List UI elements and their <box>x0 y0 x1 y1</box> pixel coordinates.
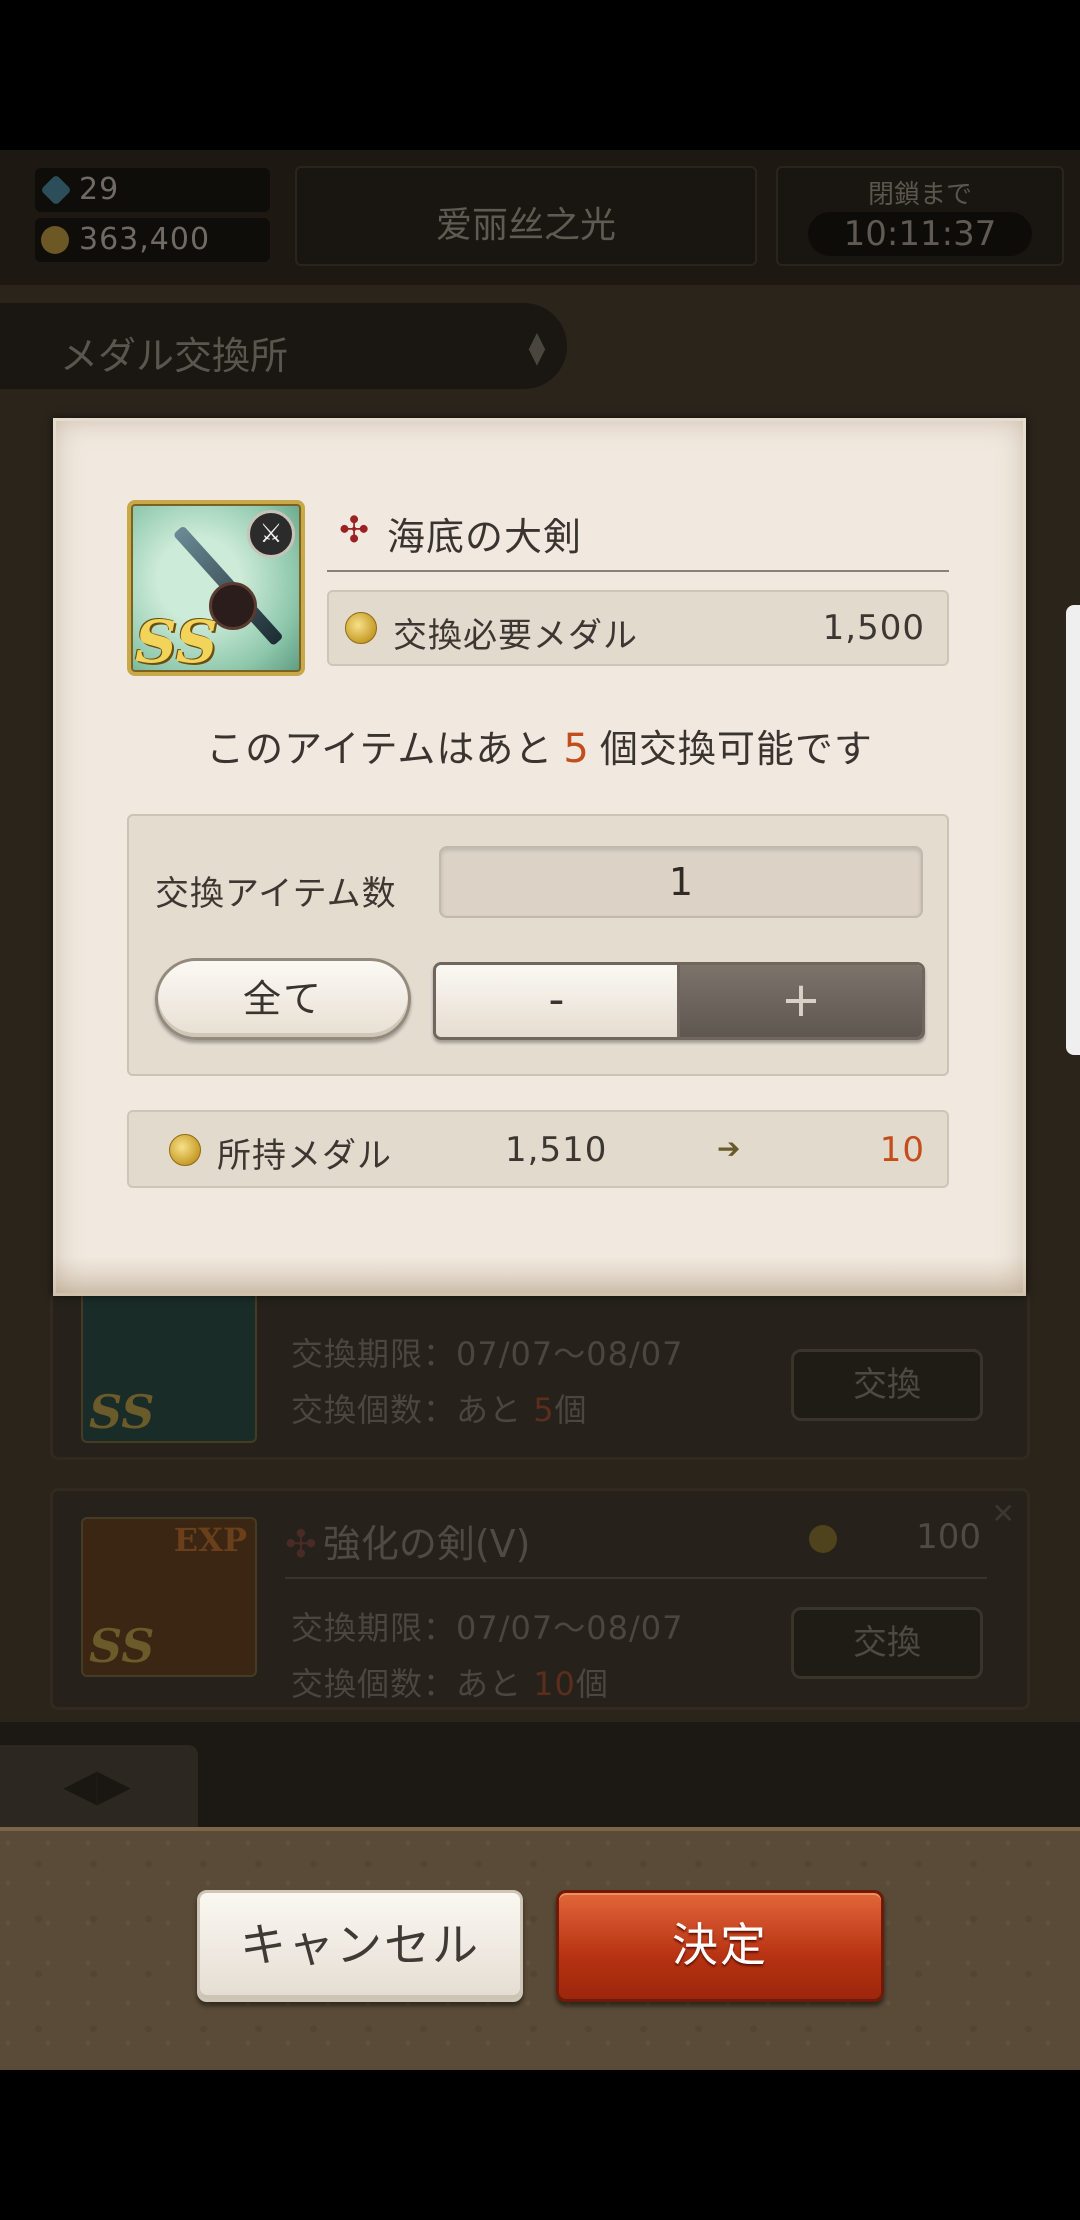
gem-icon <box>40 174 72 206</box>
decrement-button[interactable]: - <box>436 965 680 1037</box>
exchange-button[interactable]: 交換 <box>791 1349 983 1421</box>
title-panel: 爱丽丝之光 <box>295 166 757 266</box>
item-thumbnail: SS <box>81 1283 257 1443</box>
remaining-prefix: このアイテムはあと <box>206 727 554 771</box>
cross-icon: ✣ <box>339 510 370 551</box>
timer-panel: 閉鎖まで 10:11:37 <box>776 166 1064 266</box>
close-icon: ✕ <box>991 1497 1015 1530</box>
exchange-period: 交換期限：07/07～08/07 <box>291 1335 684 1373</box>
exchange-button[interactable]: 交換 <box>791 1607 983 1679</box>
owned-medals: 所持メダル 1,510 ➔ 10 <box>127 1110 949 1188</box>
quantity-field[interactable]: 1 <box>439 846 923 918</box>
exp-tag: EXP <box>173 1521 247 1559</box>
remaining-suffix: 個交換可能です <box>599 727 873 771</box>
coin-count: 363,400 <box>79 222 211 257</box>
medal-icon <box>345 612 377 644</box>
exchange-count: 交換個数：あと 5個 <box>291 1385 588 1431</box>
divider <box>327 570 949 572</box>
arrow-right-icon: ➔ <box>717 1132 741 1165</box>
exchange-count-num: 10 <box>533 1665 576 1703</box>
rarity-badge: SS <box>135 608 218 676</box>
owned-medals-label: 所持メダル <box>217 1136 392 1176</box>
gem-counter: 29 <box>35 168 270 212</box>
exchange-count: 交換個数：あと 10個 <box>291 1659 609 1705</box>
edge-panel-handle[interactable] <box>1066 605 1080 1055</box>
divider <box>285 1577 987 1579</box>
section-label: メダル交換所 <box>60 334 289 378</box>
sword-type-icon: ⚔ <box>247 510 295 558</box>
section-selector[interactable]: メダル交換所 ▲ ▼ <box>0 300 570 392</box>
item-icon: ⚔ SS <box>127 500 305 676</box>
list-item: SS 交換期限：07/07～08/07 交換個数：あと 5個 交換 <box>50 1283 1030 1460</box>
required-medals: 交換必要メダル 1,500 <box>327 590 949 666</box>
remaining-count: 5 <box>563 726 590 772</box>
item-name: 海底の大剣 <box>387 515 583 559</box>
list-item: EXP SS ✣ 強化の剣(V) 100 交換期限：07/07～08/07 交換個… <box>50 1488 1030 1710</box>
footer-bar <box>0 1827 1080 2070</box>
exchange-count-suffix: 個 <box>575 1665 609 1703</box>
exchange-count-prefix: 交換個数：あと <box>291 1391 523 1429</box>
quantity-stepper: - + <box>433 962 925 1040</box>
exchange-count-prefix: 交換個数：あと <box>291 1665 523 1703</box>
coin-icon <box>809 1525 837 1553</box>
quantity-panel: 交換アイテム数 1 全て - + <box>127 814 949 1076</box>
all-button[interactable]: 全て <box>155 958 411 1040</box>
timer-value: 10:11:37 <box>808 212 1032 256</box>
rarity-badge: SS <box>89 1619 155 1673</box>
item-thumbnail: EXP SS <box>81 1517 257 1677</box>
rarity-badge: SS <box>89 1385 155 1439</box>
coin-counter: 363,400 <box>35 218 270 262</box>
owned-medals-value: 1,510 <box>505 1130 608 1170</box>
cancel-button[interactable]: キャンセル <box>197 1890 523 2002</box>
coin-icon <box>41 226 69 254</box>
confirm-button[interactable]: 決定 <box>556 1890 884 2002</box>
item-name: ✣ 強化の剣(V) <box>285 1513 531 1568</box>
exchange-dialog: ⚔ SS ✣ 海底の大剣 交換必要メダル 1,500 このアイテムはあと 5 個交換… <box>53 418 1026 1296</box>
quantity-label: 交換アイテム数 <box>155 874 397 914</box>
owned-medals-after: 10 <box>879 1130 925 1170</box>
back-button[interactable]: ◀▶ <box>0 1745 198 1827</box>
item-name-text: 強化の剣(V) <box>322 1522 531 1566</box>
medal-icon <box>169 1134 201 1166</box>
exchange-period: 交換期限：07/07～08/07 <box>291 1609 684 1647</box>
exchange-count-num: 5 <box>533 1391 555 1429</box>
required-medals-value: 1,500 <box>822 608 925 648</box>
page-title: 爱丽丝之光 <box>435 205 616 246</box>
increment-button[interactable]: + <box>680 965 922 1037</box>
sort-icon: ▲ ▼ <box>528 328 546 369</box>
remaining-message: このアイテムはあと 5 個交換可能です <box>53 718 1026 773</box>
required-medals-label: 交換必要メダル <box>393 616 638 656</box>
cross-icon: ✣ <box>285 1522 317 1566</box>
item-cost: 100 <box>916 1517 981 1557</box>
timer-label: 閉鎖まで <box>867 180 972 210</box>
back-arrow-icon: ◀▶ <box>63 1760 131 1811</box>
gem-count: 29 <box>79 172 120 207</box>
exchange-count-suffix: 個 <box>554 1391 588 1429</box>
